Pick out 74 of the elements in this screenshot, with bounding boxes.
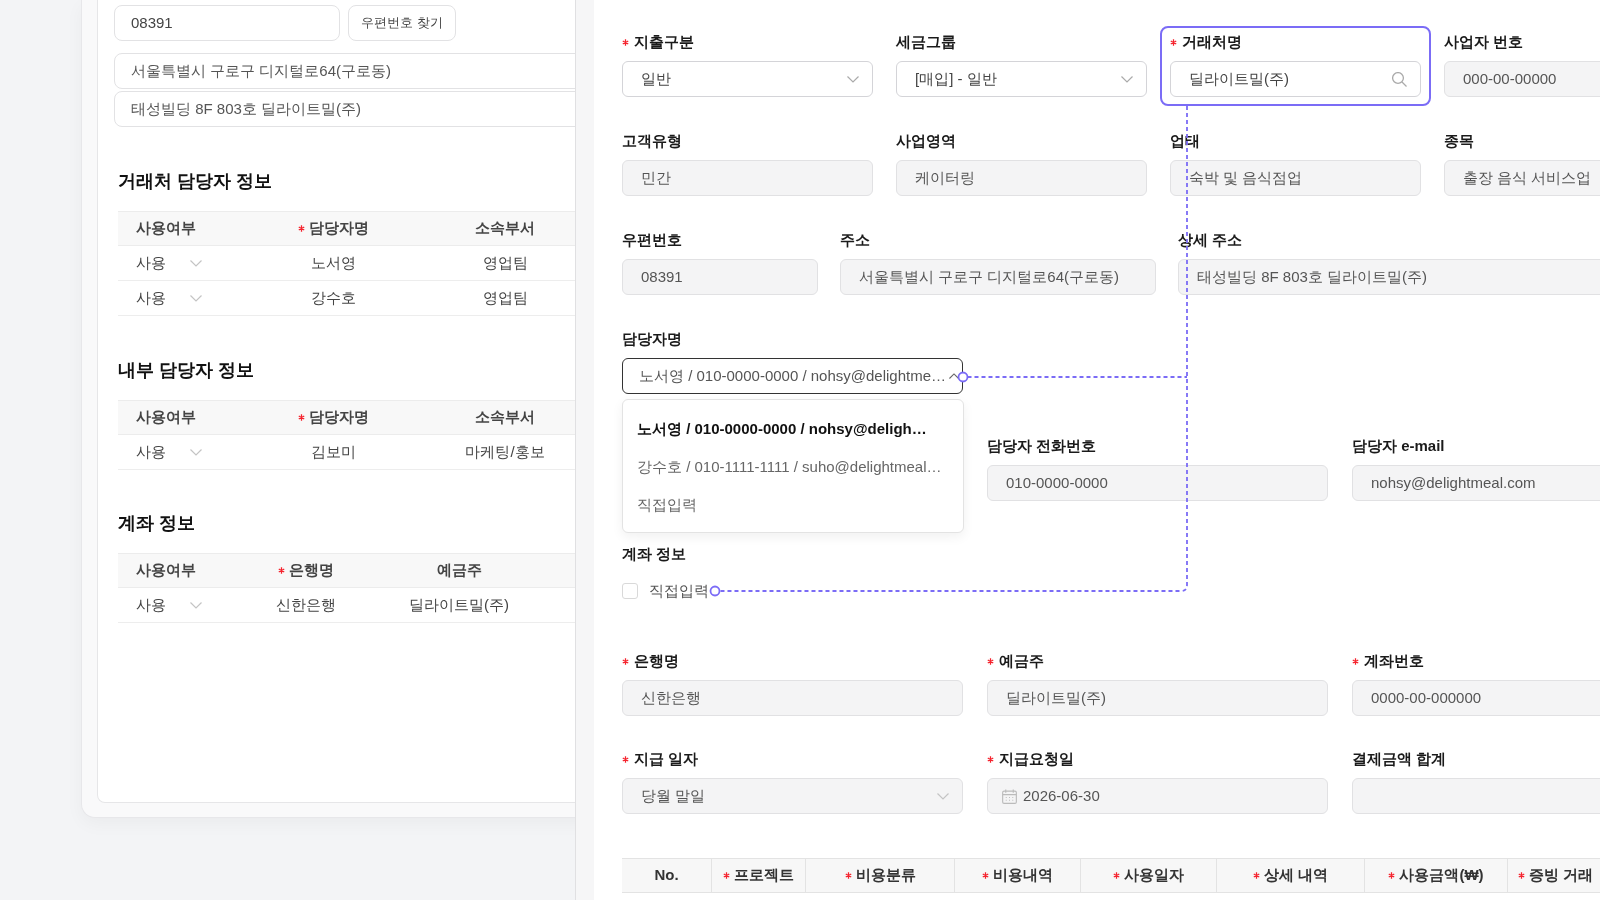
table-cell-text: 딜라이트밀(주) <box>408 594 510 615</box>
select-field[interactable]: 노서영 / 010-0000-0000 / nohsy@delightme… <box>622 358 963 394</box>
field-label: 상세 주소 <box>1178 229 1243 250</box>
chevron-down-icon <box>1121 75 1133 83</box>
field-label: 세금그룹 <box>896 31 956 52</box>
select-field[interactable]: 일반 <box>622 61 873 97</box>
select-field[interactable]: 사용 <box>136 440 202 464</box>
field-label: 종목 <box>1444 130 1474 151</box>
table-cell-text: 강수호 <box>309 287 357 308</box>
table-cell-text: 노서영 <box>309 252 357 273</box>
field-label: 지출구분 <box>634 31 694 52</box>
field-label: 우편번호 <box>622 229 682 250</box>
chevron-down-icon <box>190 259 202 267</box>
table-cell-text: 영업팀 <box>481 252 529 273</box>
chevron-down-icon <box>937 792 949 800</box>
field-label: 담당자 e-mail <box>1352 435 1445 456</box>
select-field[interactable]: 사용 <box>136 286 202 310</box>
field-label: 은행명 <box>634 650 679 671</box>
calendar-icon <box>1002 788 1017 804</box>
search-field[interactable]: 딜라이트밀(주) <box>1170 61 1421 97</box>
column-header: 증빙 거래 <box>1529 865 1594 886</box>
column-header: 사용여부 <box>136 407 196 428</box>
section-heading: 내부 담당자 정보 <box>118 358 254 382</box>
chevron-down-icon <box>190 601 202 609</box>
postal-code-field[interactable]: 08391 <box>114 5 340 41</box>
section-heading: 거래처 담당자 정보 <box>118 169 272 193</box>
table-cell-text: 김보미 <box>309 441 357 462</box>
field-label: 고객유형 <box>622 130 682 151</box>
table-cell-text: 영업팀 <box>481 287 529 308</box>
column-header: 담당자명 <box>308 407 369 428</box>
field-label: 담당자명 <box>622 328 682 349</box>
column-header: 소속부서 <box>475 407 535 428</box>
field-label: 거래처명 <box>1182 31 1242 52</box>
field-label: 사업영역 <box>896 130 956 151</box>
column-header: 사용여부 <box>136 560 196 581</box>
chevron-down-icon <box>190 294 202 302</box>
section-label: 계좌 정보 <box>622 544 687 564</box>
section-heading: 계좌 정보 <box>118 511 195 535</box>
dropdown-option[interactable]: 강수호 / 010-1111-1111 / suho@delightmeal… <box>623 448 963 486</box>
column-header: 사용일자 <box>1124 865 1184 886</box>
column-header: 상세 내역 <box>1263 865 1329 886</box>
checkbox[interactable] <box>622 583 638 599</box>
field-label: 지급요청일 <box>999 748 1074 769</box>
field-label: 주소 <box>840 229 870 250</box>
table-cell-text: 마케팅/홍보 <box>464 441 546 462</box>
chevron-down-icon <box>190 448 202 456</box>
chevron-down-icon <box>847 75 859 83</box>
postal-search-button[interactable]: 우편번호 찾기 <box>348 5 456 41</box>
column-header: 은행명 <box>289 560 334 581</box>
column-header: 사용여부 <box>136 218 196 239</box>
field-label: 지급 일자 <box>634 748 699 769</box>
select-field[interactable]: 사용 <box>136 251 202 275</box>
field-label: 담당자 전화번호 <box>987 435 1097 456</box>
column-header: 사용금액(₩) <box>1399 865 1484 886</box>
field-label: 예금주 <box>999 650 1044 671</box>
column-header: 비용내역 <box>993 865 1053 886</box>
column-header: No. <box>654 865 679 886</box>
field-label: 사업자 번호 <box>1444 31 1524 52</box>
select-field[interactable]: [매입] - 일반 <box>896 61 1147 97</box>
checkbox-label: 직접입력 <box>649 580 709 601</box>
table-cell-text: 신한은행 <box>275 594 337 615</box>
column-header: 담당자명 <box>308 218 369 239</box>
column-header: 비용분류 <box>855 865 916 886</box>
field-label: 업태 <box>1170 130 1200 151</box>
select-field[interactable]: 사용 <box>136 593 202 617</box>
column-header: 프로젝트 <box>734 865 794 886</box>
dropdown-option[interactable]: 직접입력 <box>623 486 963 524</box>
field-label: 계좌번호 <box>1364 650 1424 671</box>
column-header: 예금주 <box>436 560 482 581</box>
column-header: 소속부서 <box>475 218 535 239</box>
chevron-up-icon <box>949 373 960 379</box>
dropdown-option[interactable]: 노서영 / 010-0000-0000 / nohsy@deligh… <box>623 410 963 448</box>
search-icon <box>1392 71 1407 87</box>
field-label: 결제금액 합계 <box>1352 748 1447 769</box>
